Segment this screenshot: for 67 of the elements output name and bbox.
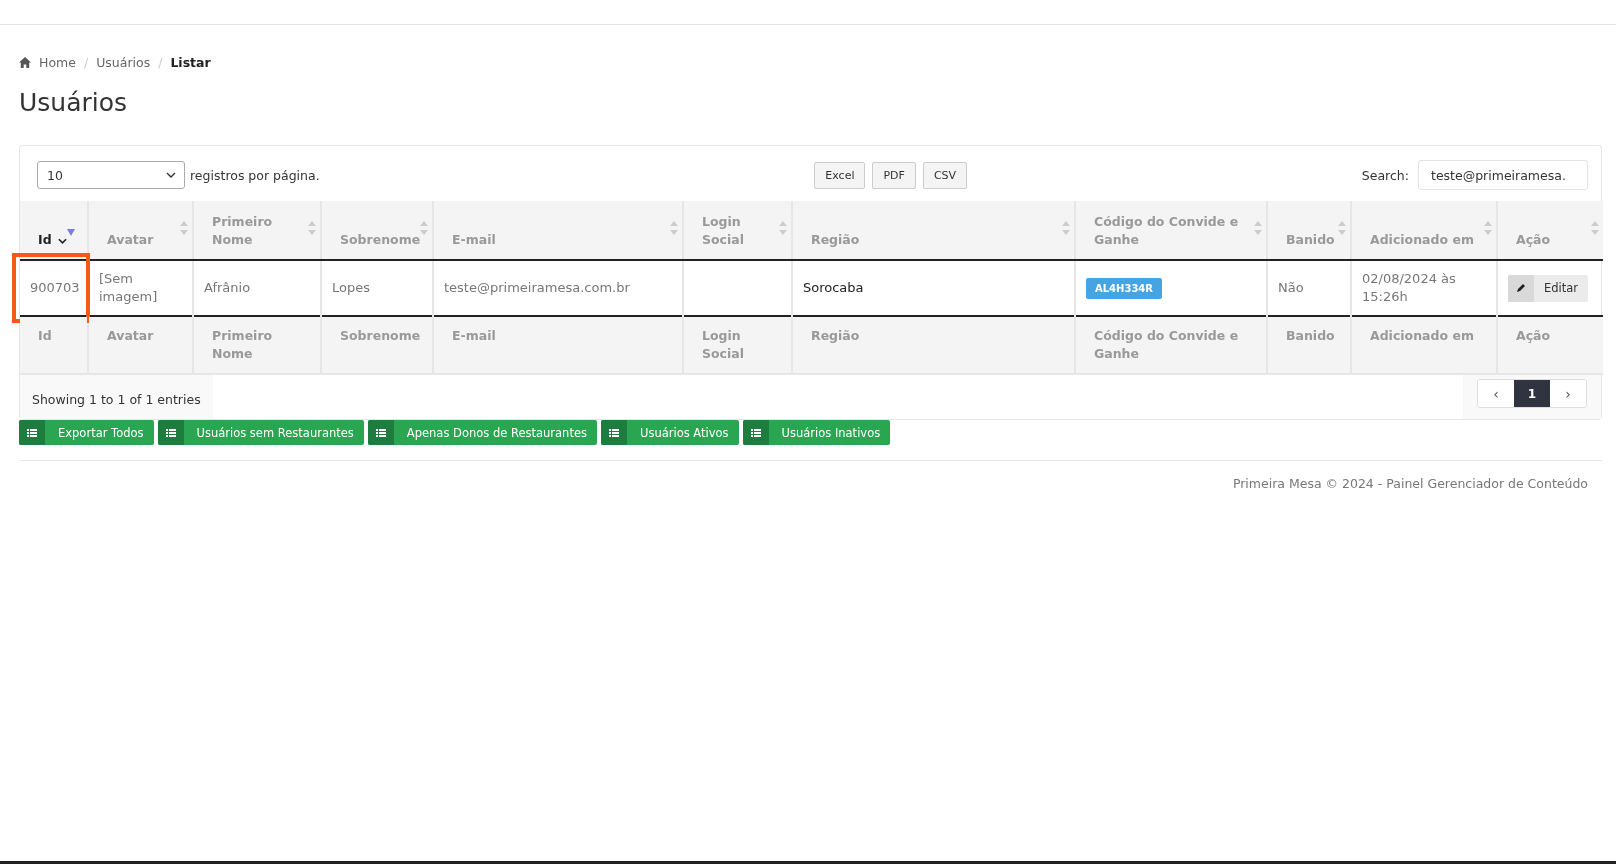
list-icon: [750, 428, 761, 437]
column-header[interactable]: Sobrenome: [321, 201, 433, 260]
sort-icon: [1338, 221, 1346, 235]
filter-button[interactable]: Exportar Todos: [19, 420, 154, 445]
filter-button[interactable]: Usuários sem Restaurantes: [157, 420, 364, 445]
column-footer: Sobrenome: [321, 316, 433, 374]
footer-text: Primeira Mesa © 2024 - Painel Gerenciador de Conteúdo: [1232, 476, 1588, 491]
sort-icon: [308, 221, 316, 235]
column-footer: Avatar: [88, 316, 193, 374]
list-icon: [375, 428, 386, 437]
column-footer: Banido: [1267, 316, 1351, 374]
column-header[interactable]: Região: [792, 201, 1075, 260]
column-header[interactable]: E-mail: [433, 201, 683, 260]
entries-info: Showing 1 to 1 of 1 entries: [20, 375, 213, 419]
breadcrumb-separator: /: [83, 54, 89, 70]
export-button[interactable]: CSV: [922, 161, 968, 189]
column-footer: Adicionado em: [1351, 316, 1497, 374]
chevron-down-icon: [57, 237, 67, 244]
column-footer: Login Social: [683, 316, 792, 374]
list-icon: [27, 428, 37, 437]
column-footer: Código do Convide e Ganhe: [1075, 316, 1267, 374]
filter-button[interactable]: Usuários Ativos: [601, 420, 739, 445]
breadcrumb-separator: /: [158, 54, 163, 70]
column-footer: E-mail: [433, 316, 683, 374]
search-label: Search:: [1361, 167, 1409, 183]
sort-descending-icon: [67, 229, 75, 236]
column-header[interactable]: Login Social: [683, 201, 792, 260]
column-footer: Região: [792, 316, 1075, 374]
search-field[interactable]: teste@primeiramesa.: [1418, 160, 1588, 190]
column-header[interactable]: Adicionado em: [1351, 201, 1497, 260]
sort-icon: [670, 221, 678, 235]
sort-icon: [420, 221, 428, 235]
page-title: Usuários: [19, 88, 129, 119]
next-page-button[interactable]: ›: [1550, 380, 1586, 407]
list-icon: [165, 428, 176, 437]
column-footer: Id: [20, 316, 88, 374]
page-button[interactable]: 1: [1514, 380, 1550, 407]
breadcrumb-item[interactable]: Usuários: [96, 54, 151, 70]
filter-button[interactable]: Apenas Donos de Restaurantes: [367, 420, 597, 445]
edit-button[interactable]: Editar: [1508, 274, 1589, 302]
export-button[interactable]: PDF: [872, 161, 916, 189]
column-header[interactable]: Avatar: [88, 201, 193, 260]
column-header[interactable]: Id: [20, 201, 88, 260]
column-header[interactable]: Primeiro Nome: [193, 201, 321, 260]
sort-icon: [1254, 221, 1262, 235]
column-footer: Ação: [1497, 316, 1603, 374]
home-icon: [19, 56, 31, 68]
filter-button[interactable]: Usuários Inativos: [742, 420, 891, 445]
sort-icon: [1062, 221, 1070, 235]
column-header[interactable]: Ação: [1497, 201, 1603, 260]
column-header[interactable]: Código do Convide e Ganhe: [1075, 201, 1267, 260]
previous-page-button[interactable]: ‹: [1478, 380, 1514, 407]
sort-icon: [180, 221, 188, 235]
chevron-down-icon: [166, 172, 176, 178]
invite-code-badge: AL4H334R: [1086, 277, 1162, 299]
breadcrumb-item[interactable]: Home: [39, 54, 76, 70]
column-header[interactable]: Banido: [1267, 201, 1351, 260]
page-length-select[interactable]: 10: [37, 161, 185, 189]
breadcrumb-item: Listar: [170, 54, 211, 70]
sort-icon: [1484, 221, 1492, 235]
export-button[interactable]: Excel: [814, 161, 866, 189]
pencil-icon: [1516, 283, 1526, 293]
sort-icon: [779, 221, 787, 235]
list-icon: [609, 428, 619, 437]
column-footer: Primeiro Nome: [193, 316, 321, 374]
page-length-label: registros por página.: [190, 167, 320, 183]
sort-icon: [1591, 221, 1599, 235]
